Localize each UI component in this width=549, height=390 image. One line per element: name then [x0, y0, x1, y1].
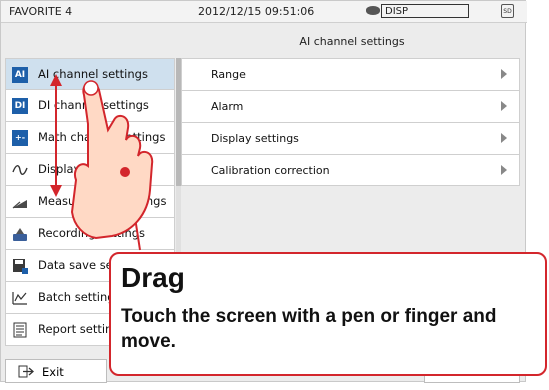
menu-item-label: Math channel settings: [38, 130, 166, 144]
menu-item-label: Display settings: [38, 162, 130, 176]
panel-item-alarm[interactable]: Alarm: [182, 91, 519, 123]
chevron-right-icon: [501, 101, 507, 111]
batch-icon: [12, 292, 27, 305]
menu-item-display-settings[interactable]: Display settings: [5, 154, 175, 186]
menu-item-label: DI channel settings: [38, 98, 149, 112]
sd-card-icon: SD: [501, 4, 514, 18]
chevron-right-icon: [501, 165, 507, 175]
math-icon: +-: [12, 130, 28, 146]
menu-item-label: Measurement settings: [38, 194, 167, 208]
drag-callout: Drag Touch the screen with a pen or fing…: [109, 252, 547, 376]
date-time: 2012/12/15 09:51:06: [198, 5, 315, 18]
panel-item-range[interactable]: Range: [182, 59, 519, 91]
callout-heading: Drag: [121, 262, 185, 293]
chevron-right-icon: [501, 133, 507, 143]
favorite-label[interactable]: FAVORITE 4: [9, 5, 72, 18]
panel-item-label: Calibration correction: [211, 164, 330, 177]
panel-item-display-settings[interactable]: Display settings: [182, 123, 519, 155]
exit-label: Exit: [42, 365, 64, 379]
menu-item-measurement-settings[interactable]: Measurement settings: [5, 186, 175, 218]
panel-item-label: Alarm: [211, 100, 244, 113]
measurement-icon: [12, 200, 27, 209]
wave-icon: [12, 165, 28, 175]
recorder-screen: FAVORITE 4 2012/12/15 09:51:06 DISP SD A…: [0, 0, 549, 390]
exit-icon: [18, 365, 34, 378]
menu-item-label: AI channel settings: [38, 67, 148, 81]
sub-settings-panel: Range Alarm Display settings Calibration…: [181, 58, 520, 186]
panel-item-label: Display settings: [211, 132, 299, 145]
recording-icon: [13, 228, 27, 241]
di-icon: DI: [12, 98, 28, 114]
panel-item-calibration-correction[interactable]: Calibration correction: [182, 155, 519, 187]
save-icon: [13, 259, 28, 274]
menu-item-label: Recording settings: [38, 226, 146, 240]
page-title: AI channel settings: [299, 35, 405, 48]
menu-item-di-channel-settings[interactable]: DI DI channel settings: [5, 90, 175, 122]
disp-indicator[interactable]: DISP: [381, 4, 469, 18]
menu-item-ai-channel-settings[interactable]: AI AI channel settings: [5, 58, 175, 90]
status-bar: FAVORITE 4 2012/12/15 09:51:06 DISP SD: [1, 1, 527, 23]
callout-text: Touch the screen with a pen or finger an…: [121, 306, 497, 352]
disk-icon: [366, 6, 380, 15]
panel-item-label: Range: [211, 68, 246, 81]
menu-item-math-channel-settings[interactable]: +- Math channel settings: [5, 122, 175, 154]
report-icon: [13, 322, 27, 338]
chevron-right-icon: [501, 69, 507, 79]
exit-button[interactable]: Exit: [5, 359, 107, 383]
ai-icon: AI: [12, 67, 28, 83]
menu-item-recording-settings[interactable]: Recording settings: [5, 218, 175, 250]
